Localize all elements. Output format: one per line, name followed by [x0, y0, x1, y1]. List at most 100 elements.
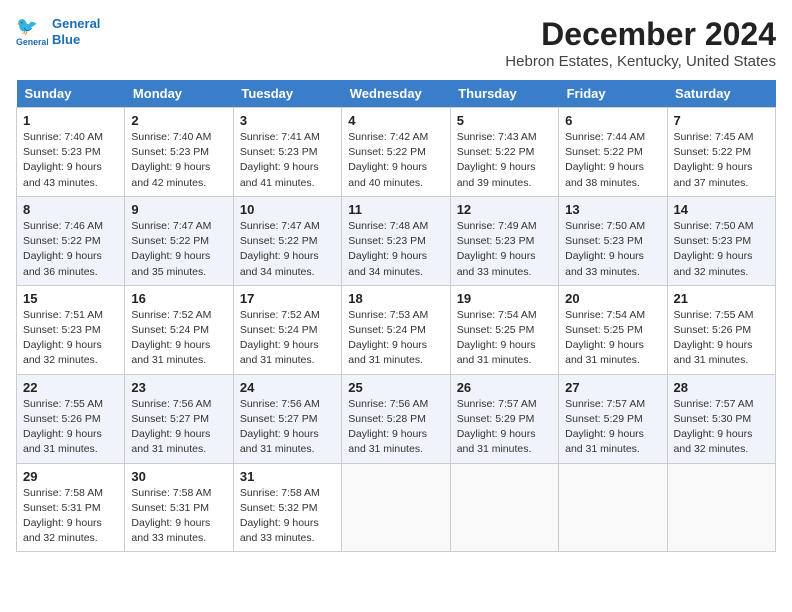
day-number: 4 — [348, 113, 443, 128]
calendar-cell: 15 Sunrise: 7:51 AMSunset: 5:23 PMDayligh… — [17, 285, 125, 374]
day-detail: Sunrise: 7:55 AMSunset: 5:26 PMDaylight:… — [23, 397, 118, 458]
day-detail: Sunrise: 7:41 AMSunset: 5:23 PMDaylight:… — [240, 130, 335, 191]
day-detail: Sunrise: 7:56 AMSunset: 5:27 PMDaylight:… — [131, 397, 226, 458]
calendar-cell: 30 Sunrise: 7:58 AMSunset: 5:31 PMDayligh… — [125, 463, 233, 552]
column-header-thursday: Thursday — [450, 80, 558, 108]
day-number: 27 — [565, 380, 660, 395]
calendar-cell: 28 Sunrise: 7:57 AMSunset: 5:30 PMDayligh… — [667, 374, 775, 463]
day-number: 22 — [23, 380, 118, 395]
day-number: 3 — [240, 113, 335, 128]
day-detail: Sunrise: 7:54 AMSunset: 5:25 PMDaylight:… — [565, 308, 660, 369]
page-header: 🐦 General GeneralBlue December 2024 Hebr… — [16, 16, 776, 70]
calendar-cell: 5 Sunrise: 7:43 AMSunset: 5:22 PMDaylight… — [450, 108, 558, 197]
day-detail: Sunrise: 7:51 AMSunset: 5:23 PMDaylight:… — [23, 308, 118, 369]
day-detail: Sunrise: 7:53 AMSunset: 5:24 PMDaylight:… — [348, 308, 443, 369]
day-number: 18 — [348, 291, 443, 306]
day-number: 21 — [674, 291, 769, 306]
calendar-cell — [450, 463, 558, 552]
day-number: 11 — [348, 202, 443, 217]
day-number: 9 — [131, 202, 226, 217]
calendar-table: SundayMondayTuesdayWednesdayThursdayFrid… — [16, 80, 776, 552]
day-detail: Sunrise: 7:47 AMSunset: 5:22 PMDaylight:… — [240, 219, 335, 280]
day-number: 24 — [240, 380, 335, 395]
day-number: 7 — [674, 113, 769, 128]
calendar-cell — [667, 463, 775, 552]
calendar-cell: 9 Sunrise: 7:47 AMSunset: 5:22 PMDaylight… — [125, 196, 233, 285]
day-detail: Sunrise: 7:58 AMSunset: 5:32 PMDaylight:… — [240, 486, 335, 547]
day-number: 2 — [131, 113, 226, 128]
day-number: 5 — [457, 113, 552, 128]
day-number: 26 — [457, 380, 552, 395]
day-number: 23 — [131, 380, 226, 395]
calendar-cell: 4 Sunrise: 7:42 AMSunset: 5:22 PMDaylight… — [342, 108, 450, 197]
day-detail: Sunrise: 7:56 AMSunset: 5:28 PMDaylight:… — [348, 397, 443, 458]
day-detail: Sunrise: 7:56 AMSunset: 5:27 PMDaylight:… — [240, 397, 335, 458]
calendar-cell: 1 Sunrise: 7:40 AMSunset: 5:23 PMDaylight… — [17, 108, 125, 197]
calendar-week-row: 8Sunrise: 7:46 AMSunset: 5:22 PMDaylight… — [17, 196, 776, 285]
calendar-week-row: 29 Sunrise: 7:58 AMSunset: 5:31 PMDayligh… — [17, 463, 776, 552]
day-detail: Sunrise: 7:40 AMSunset: 5:23 PMDaylight:… — [23, 130, 118, 191]
calendar-cell: 22 Sunrise: 7:55 AMSunset: 5:26 PMDayligh… — [17, 374, 125, 463]
day-detail: Sunrise: 7:58 AMSunset: 5:31 PMDaylight:… — [23, 486, 118, 547]
calendar-cell: 25Sunrise: 7:56 AMSunset: 5:28 PMDayligh… — [342, 374, 450, 463]
day-detail: Sunrise: 7:47 AMSunset: 5:22 PMDaylight:… — [131, 219, 226, 280]
calendar-cell: 11Sunrise: 7:48 AMSunset: 5:23 PMDayligh… — [342, 196, 450, 285]
calendar-cell: 24 Sunrise: 7:56 AMSunset: 5:27 PMDayligh… — [233, 374, 341, 463]
day-number: 17 — [240, 291, 335, 306]
day-number: 30 — [131, 469, 226, 484]
subtitle: Hebron Estates, Kentucky, United States — [505, 53, 776, 70]
calendar-cell: 17 Sunrise: 7:52 AMSunset: 5:24 PMDayligh… — [233, 285, 341, 374]
calendar-cell: 29 Sunrise: 7:58 AMSunset: 5:31 PMDayligh… — [17, 463, 125, 552]
logo-icon: 🐦 General — [16, 16, 48, 48]
column-header-saturday: Saturday — [667, 80, 775, 108]
day-detail: Sunrise: 7:43 AMSunset: 5:22 PMDaylight:… — [457, 130, 552, 191]
day-number: 6 — [565, 113, 660, 128]
calendar-week-row: 15 Sunrise: 7:51 AMSunset: 5:23 PMDayligh… — [17, 285, 776, 374]
column-header-friday: Friday — [559, 80, 667, 108]
calendar-cell: 7 Sunrise: 7:45 AMSunset: 5:22 PMDaylight… — [667, 108, 775, 197]
calendar-week-row: 1 Sunrise: 7:40 AMSunset: 5:23 PMDaylight… — [17, 108, 776, 197]
day-detail: Sunrise: 7:57 AMSunset: 5:29 PMDaylight:… — [457, 397, 552, 458]
day-number: 15 — [23, 291, 118, 306]
column-header-wednesday: Wednesday — [342, 80, 450, 108]
day-detail: Sunrise: 7:57 AMSunset: 5:29 PMDaylight:… — [565, 397, 660, 458]
day-detail: Sunrise: 7:50 AMSunset: 5:23 PMDaylight:… — [565, 219, 660, 280]
calendar-cell: 18 Sunrise: 7:53 AMSunset: 5:24 PMDayligh… — [342, 285, 450, 374]
day-detail: Sunrise: 7:58 AMSunset: 5:31 PMDaylight:… — [131, 486, 226, 547]
day-detail: Sunrise: 7:57 AMSunset: 5:30 PMDaylight:… — [674, 397, 769, 458]
calendar-week-row: 22 Sunrise: 7:55 AMSunset: 5:26 PMDayligh… — [17, 374, 776, 463]
calendar-cell: 26 Sunrise: 7:57 AMSunset: 5:29 PMDayligh… — [450, 374, 558, 463]
svg-text:🐦: 🐦 — [16, 16, 38, 36]
day-detail: Sunrise: 7:44 AMSunset: 5:22 PMDaylight:… — [565, 130, 660, 191]
calendar-cell: 31Sunrise: 7:58 AMSunset: 5:32 PMDayligh… — [233, 463, 341, 552]
day-number: 20 — [565, 291, 660, 306]
column-header-sunday: Sunday — [17, 80, 125, 108]
calendar-header-row: SundayMondayTuesdayWednesdayThursdayFrid… — [17, 80, 776, 108]
calendar-cell: 3 Sunrise: 7:41 AMSunset: 5:23 PMDaylight… — [233, 108, 341, 197]
day-detail: Sunrise: 7:55 AMSunset: 5:26 PMDaylight:… — [674, 308, 769, 369]
calendar-cell: 10Sunrise: 7:47 AMSunset: 5:22 PMDayligh… — [233, 196, 341, 285]
calendar-cell: 23 Sunrise: 7:56 AMSunset: 5:27 PMDayligh… — [125, 374, 233, 463]
day-detail: Sunrise: 7:50 AMSunset: 5:23 PMDaylight:… — [674, 219, 769, 280]
title-area: December 2024 Hebron Estates, Kentucky, … — [505, 16, 776, 70]
logo: 🐦 General GeneralBlue — [16, 16, 100, 48]
day-detail: Sunrise: 7:45 AMSunset: 5:22 PMDaylight:… — [674, 130, 769, 191]
day-detail: Sunrise: 7:42 AMSunset: 5:22 PMDaylight:… — [348, 130, 443, 191]
day-detail: Sunrise: 7:52 AMSunset: 5:24 PMDaylight:… — [131, 308, 226, 369]
calendar-cell — [559, 463, 667, 552]
calendar-cell: 12 Sunrise: 7:49 AMSunset: 5:23 PMDayligh… — [450, 196, 558, 285]
main-title: December 2024 — [505, 16, 776, 53]
column-header-tuesday: Tuesday — [233, 80, 341, 108]
day-number: 29 — [23, 469, 118, 484]
calendar-cell: 2Sunrise: 7:40 AMSunset: 5:23 PMDaylight… — [125, 108, 233, 197]
day-detail: Sunrise: 7:46 AMSunset: 5:22 PMDaylight:… — [23, 219, 118, 280]
day-number: 12 — [457, 202, 552, 217]
calendar-cell — [342, 463, 450, 552]
day-number: 28 — [674, 380, 769, 395]
svg-text:General: General — [16, 37, 48, 47]
calendar-cell: 21 Sunrise: 7:55 AMSunset: 5:26 PMDayligh… — [667, 285, 775, 374]
day-detail: Sunrise: 7:52 AMSunset: 5:24 PMDaylight:… — [240, 308, 335, 369]
day-detail: Sunrise: 7:49 AMSunset: 5:23 PMDaylight:… — [457, 219, 552, 280]
day-number: 1 — [23, 113, 118, 128]
calendar-cell: 14Sunrise: 7:50 AMSunset: 5:23 PMDayligh… — [667, 196, 775, 285]
